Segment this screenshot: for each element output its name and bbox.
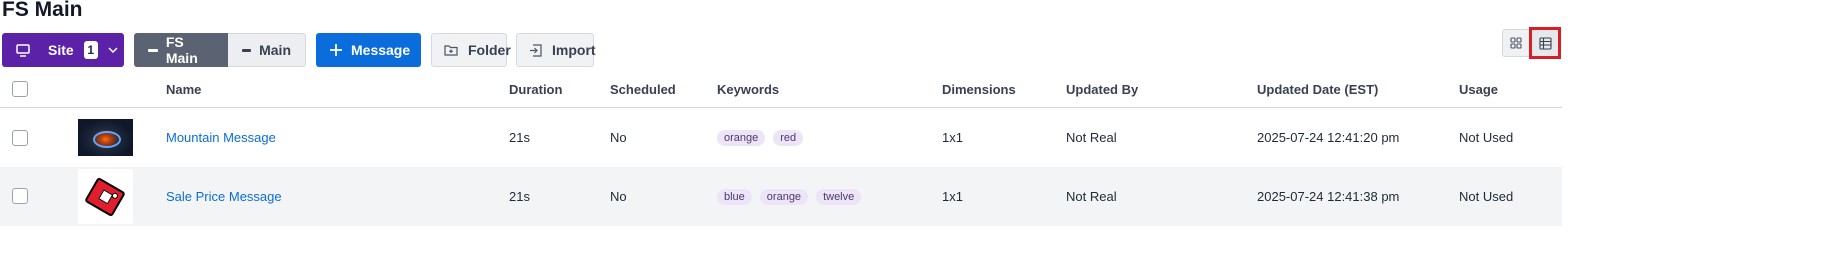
keywords-cell: blue orange twelve xyxy=(717,167,942,226)
duration-cell: 21s xyxy=(509,188,530,204)
segment-main[interactable]: Main xyxy=(228,33,306,67)
column-header-name[interactable]: Name xyxy=(166,71,509,108)
table-list-icon xyxy=(1538,36,1552,50)
column-header-scheduled[interactable]: Scheduled xyxy=(610,71,717,108)
site-label: Site xyxy=(48,42,74,58)
plus-icon xyxy=(330,44,342,56)
chevron-down-icon xyxy=(108,47,118,53)
segment-fs-main-label: FS Main xyxy=(165,34,198,66)
keyword-tag: blue xyxy=(717,188,752,205)
minus-icon xyxy=(148,48,158,52)
list-view-highlight xyxy=(1529,27,1561,59)
updated-date-cell: 2025-07-24 12:41:20 pm xyxy=(1257,129,1400,145)
messages-table: Name Duration Scheduled Keywords Dimensi… xyxy=(0,71,1562,226)
column-header-dimensions[interactable]: Dimensions xyxy=(942,71,1066,108)
dimensions-cell: 1x1 xyxy=(942,129,963,145)
import-button[interactable]: Import xyxy=(516,33,596,67)
monitor-icon xyxy=(16,43,30,57)
row-checkbox[interactable] xyxy=(12,188,28,205)
table-header-row: Name Duration Scheduled Keywords Dimensi… xyxy=(0,71,1562,108)
column-header-duration[interactable]: Duration xyxy=(509,71,610,108)
row-checkbox[interactable] xyxy=(12,129,28,146)
site-count-badge: 1 xyxy=(83,41,98,59)
keyword-tag: red xyxy=(773,129,804,146)
table-row[interactable]: Sale Price Message 21s No blue orange twel… xyxy=(0,166,1562,226)
add-message-label: Message xyxy=(351,42,411,58)
usage-cell: Not Used xyxy=(1459,188,1514,204)
usage-cell: Not Used xyxy=(1459,129,1514,145)
column-header-updated-date[interactable]: Updated Date (EST) xyxy=(1257,71,1459,108)
message-name-link[interactable]: Sale Price Message xyxy=(166,189,282,204)
grid-icon xyxy=(1510,37,1522,49)
scheduled-cell: No xyxy=(610,129,627,145)
table-row[interactable]: Mountain Message 21s No orange red 1x1 No… xyxy=(0,108,1562,167)
segment-fs-main[interactable]: FS Main xyxy=(134,33,228,67)
select-all-checkbox[interactable] xyxy=(12,81,28,98)
add-folder-button[interactable]: Folder xyxy=(431,33,511,67)
column-header-usage[interactable]: Usage xyxy=(1459,71,1562,108)
folder-plus-icon xyxy=(444,44,458,56)
dimensions-cell: 1x1 xyxy=(942,188,963,204)
keyword-tag: twelve xyxy=(816,188,862,205)
view-toggle xyxy=(1502,27,1561,59)
column-header-keywords[interactable]: Keywords xyxy=(717,71,942,108)
grid-view-button[interactable] xyxy=(1502,29,1530,57)
keywords-cell: orange red xyxy=(717,108,942,167)
duration-cell: 21s xyxy=(509,129,530,145)
column-header-updated-by[interactable]: Updated By xyxy=(1066,71,1257,108)
toolbar: Site 1 FS Main Main Message Folder Impor… xyxy=(2,33,596,67)
import-icon xyxy=(529,43,542,57)
add-message-button[interactable]: Message xyxy=(316,33,421,67)
list-view-button[interactable] xyxy=(1532,30,1558,56)
page-title: FS Main xyxy=(2,0,83,21)
updated-by-cell: Not Real xyxy=(1066,188,1117,204)
keyword-tag: orange xyxy=(717,129,766,146)
message-name-link[interactable]: Mountain Message xyxy=(166,130,276,145)
minus-icon xyxy=(242,48,252,52)
add-folder-label: Folder xyxy=(468,42,511,58)
mountain-message-thumbnail[interactable] xyxy=(78,118,133,156)
thumbnail-header xyxy=(78,71,166,108)
updated-date-cell: 2025-07-24 12:41:38 pm xyxy=(1257,188,1400,204)
scheduled-cell: No xyxy=(610,188,627,204)
import-label: Import xyxy=(552,42,596,58)
folder-segmented-control: FS Main Main xyxy=(134,33,306,67)
updated-by-cell: Not Real xyxy=(1066,129,1117,145)
keyword-tag: orange xyxy=(759,188,809,205)
site-selector-button[interactable]: Site 1 xyxy=(2,33,124,67)
sale-price-tag-thumbnail[interactable] xyxy=(78,168,133,224)
segment-main-label: Main xyxy=(259,42,291,58)
